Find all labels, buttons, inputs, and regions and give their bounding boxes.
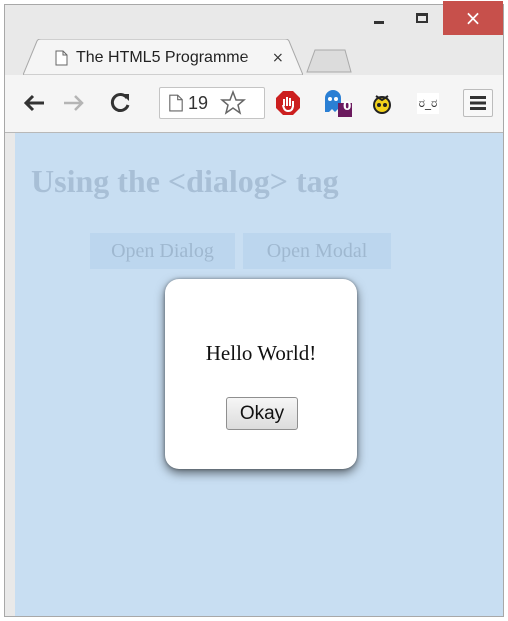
tab-content: The HTML5 Programme × [55, 47, 295, 69]
ghostery-extension-button[interactable]: 0 [321, 89, 355, 117]
okay-button[interactable]: Okay [226, 397, 298, 430]
face-extension-button[interactable] [369, 89, 395, 117]
extension-badge: 0 [343, 99, 352, 113]
modal-dialog: Hello World! Okay [165, 279, 357, 469]
forward-arrow-icon [64, 95, 84, 111]
dialog-message: Hello World! [205, 341, 317, 365]
reload-button[interactable] [105, 89, 135, 117]
maximize-icon [415, 13, 428, 23]
face-text: ರ_ರ [416, 92, 440, 114]
browser-tab[interactable]: The HTML5 Programme × [23, 39, 303, 75]
reload-icon [110, 93, 130, 112]
adblock-extension-button[interactable] [273, 89, 303, 117]
forward-button[interactable] [59, 89, 89, 117]
address-bar[interactable]: 19 [159, 87, 265, 119]
window-controls: × [357, 1, 503, 35]
open-modal-button[interactable]: Open Modal [243, 233, 391, 269]
minimize-button[interactable] [357, 1, 400, 35]
new-tab-button[interactable] [305, 49, 353, 73]
tab-close-icon[interactable]: × [272, 50, 284, 66]
bookmark-star-icon[interactable] [220, 90, 246, 116]
page-icon [55, 50, 68, 66]
address-text: 19 [188, 92, 209, 113]
page-info-icon [169, 94, 183, 112]
browser-toolbar: 19 0 ರ_ರ [5, 75, 503, 133]
stop-hand-icon [276, 91, 300, 115]
text-face-extension-button[interactable]: ರ_ರ [413, 89, 443, 117]
maximize-button[interactable] [400, 1, 443, 35]
browser-window: × The HTML5 Programme × 19 0 ರ_ರ Using t… [4, 1, 504, 617]
tab-title: The HTML5 Programme [76, 49, 249, 66]
hamburger-menu-icon [470, 96, 486, 110]
menu-button[interactable] [463, 89, 493, 117]
page-heading: Using the <dialog> tag [31, 163, 339, 199]
back-arrow-icon [23, 94, 44, 112]
window-close-button[interactable]: × [443, 1, 503, 35]
open-dialog-button[interactable]: Open Dialog [90, 233, 235, 269]
minimize-icon [373, 20, 384, 24]
back-button[interactable] [19, 89, 49, 117]
page-viewport: Using the <dialog> tag Open Dialog Open … [15, 133, 503, 616]
face-icon [373, 95, 391, 114]
close-icon: × [464, 6, 482, 30]
